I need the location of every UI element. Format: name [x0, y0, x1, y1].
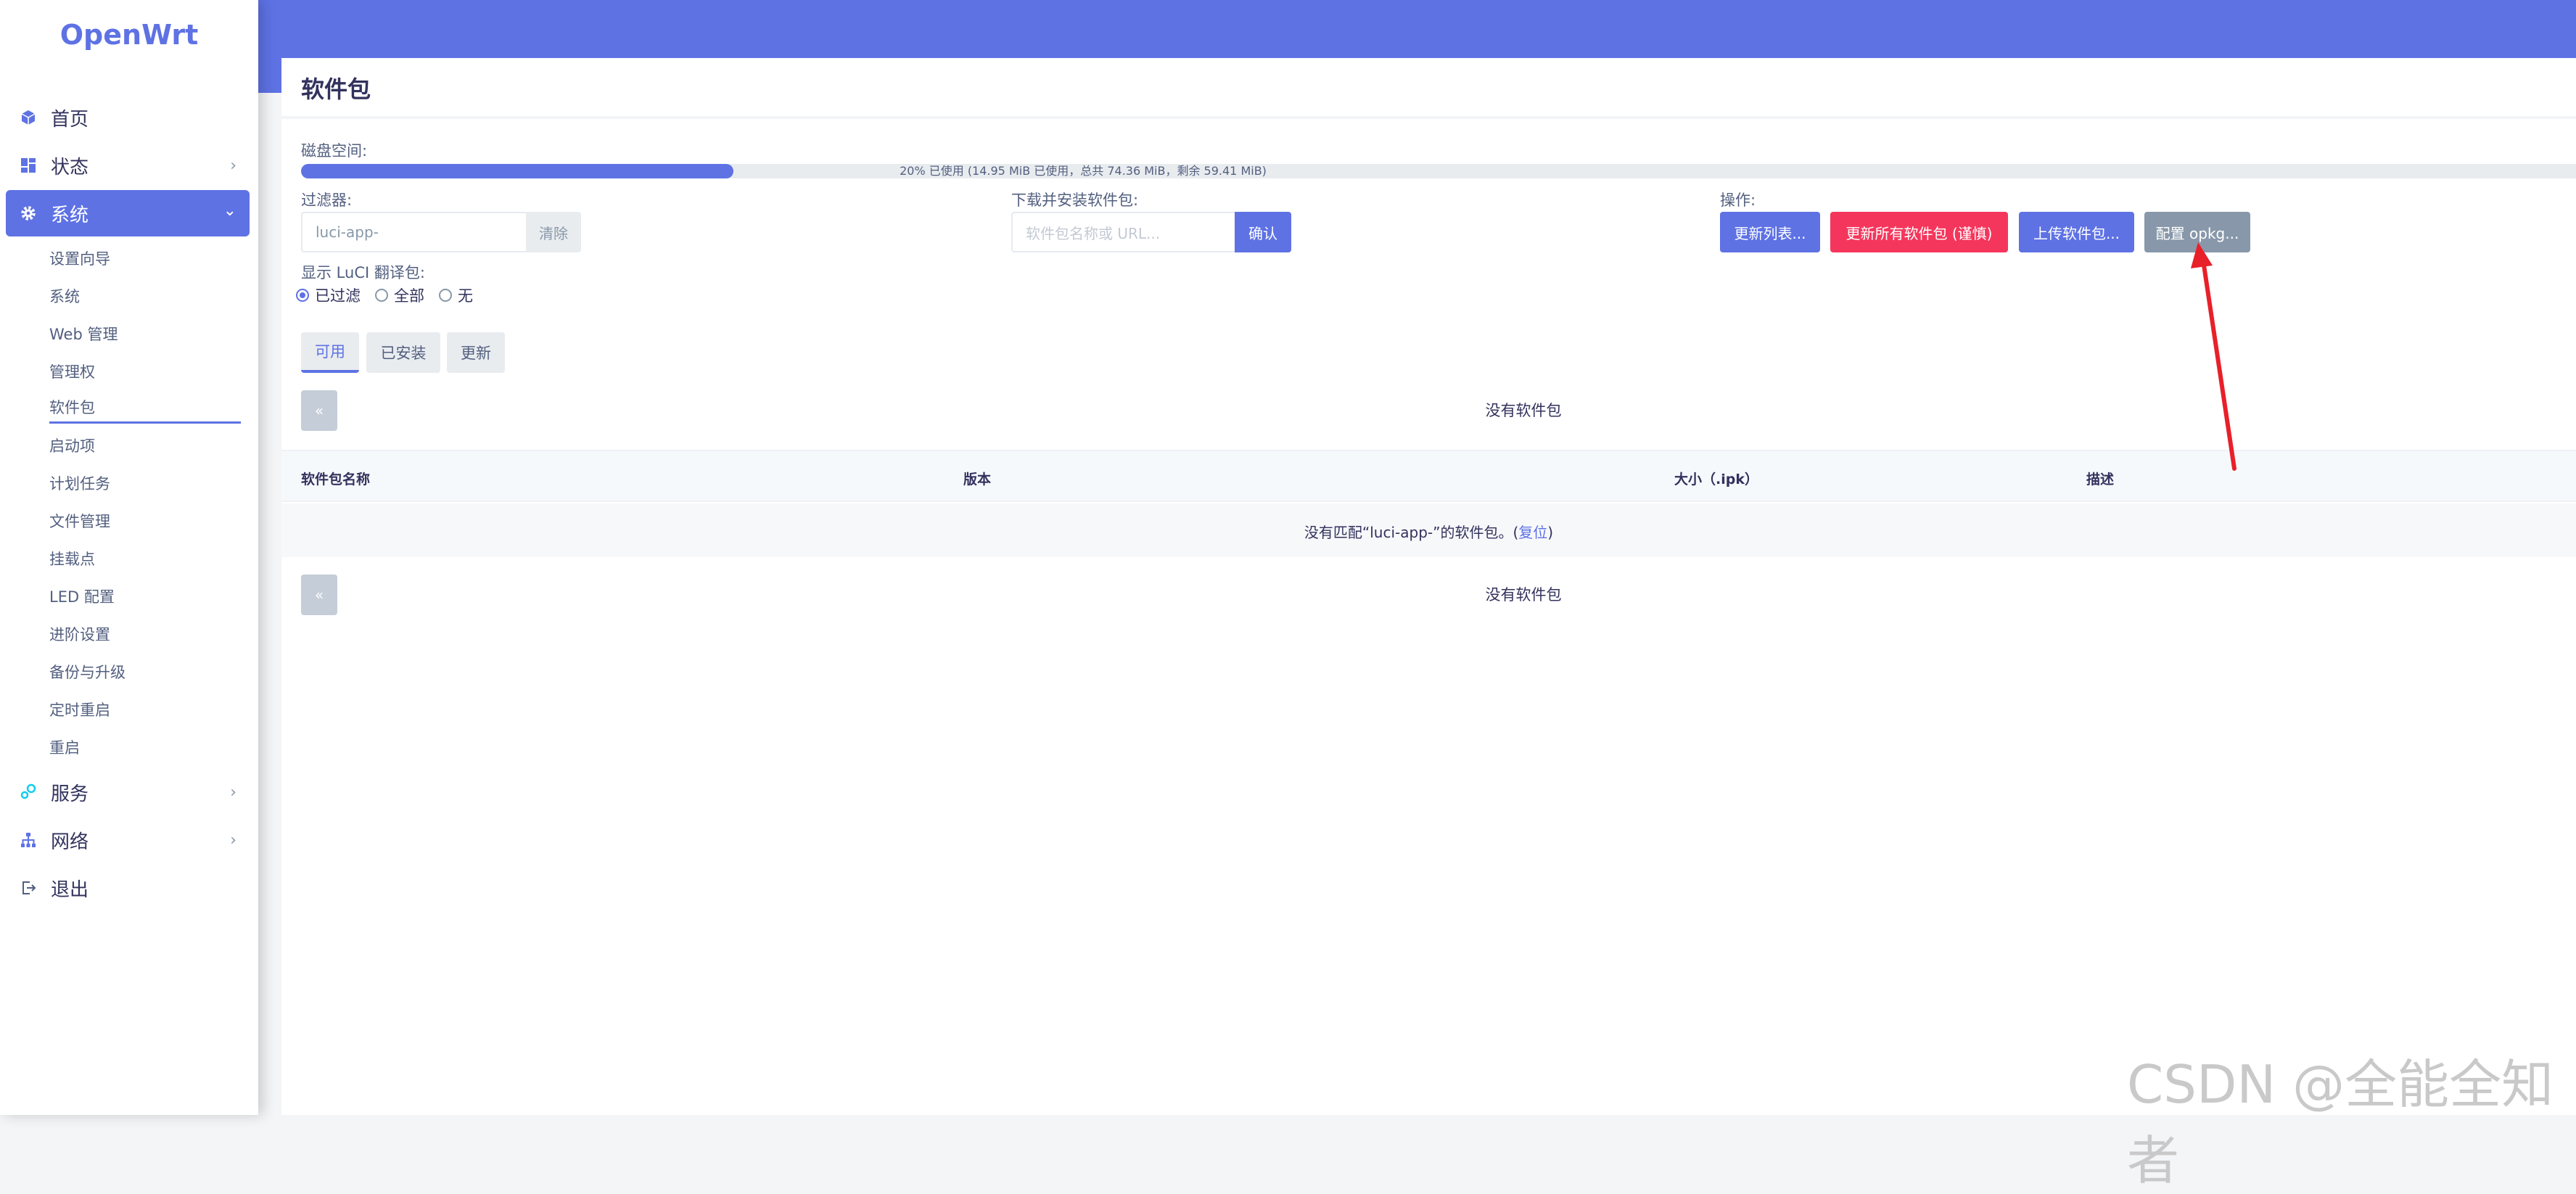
empty-suffix: ”的软件包。(	[1433, 524, 1519, 541]
empty-prefix: 没有匹配“	[1304, 524, 1370, 541]
tab-available[interactable]: 可用	[301, 332, 359, 373]
no-packages-text-bottom: 没有软件包	[1485, 586, 1562, 604]
network-icon	[17, 829, 39, 851]
chevron-right-icon: ›	[230, 783, 236, 802]
sidebar-item-label: 网络	[51, 831, 89, 853]
sidebar-subitem-mounts[interactable]: 挂载点	[49, 543, 241, 575]
sidebar-subitem-reboot[interactable]: 重启	[49, 731, 241, 763]
empty-close: )	[1547, 524, 1554, 541]
radio-all-label[interactable]: 全部	[394, 284, 424, 306]
sidebar-item-status[interactable]: 状态 ›	[6, 142, 250, 189]
no-packages-text-top: 没有软件包	[1485, 402, 1562, 419]
radio-none[interactable]	[439, 289, 452, 302]
col-package-name: 软件包名称	[301, 472, 371, 487]
upgrade-all-button[interactable]: 更新所有软件包 (谨慎)	[1830, 212, 2008, 252]
sidebar-item-label: 状态	[51, 156, 89, 178]
sidebar-item-system[interactable]: 系统 ⌄	[6, 190, 250, 236]
cube-icon	[17, 107, 39, 128]
gear-icon	[17, 202, 39, 224]
tab-updates[interactable]: 更新	[447, 332, 505, 373]
radio-none-label[interactable]: 无	[458, 284, 473, 306]
translation-label: 显示 LuCI 翻译包:	[301, 264, 425, 281]
dashboard-icon	[17, 155, 39, 176]
reset-filter-link[interactable]: 复位	[1518, 524, 1547, 541]
sidebar-subitem-web-admin[interactable]: Web 管理	[49, 318, 241, 350]
radio-all[interactable]	[375, 289, 388, 302]
disk-usage-text: 20% 已使用 (14.95 MiB 已使用，总共 74.36 MiB，剩余 5…	[900, 164, 1267, 178]
sidebar-subitem-packages[interactable]: 软件包	[49, 392, 241, 424]
disk-usage-bar: 20% 已使用 (14.95 MiB 已使用，总共 74.36 MiB，剩余 5…	[301, 164, 2576, 178]
sidebar-subitem-crontab[interactable]: 计划任务	[49, 467, 241, 499]
sidebar-item-label: 系统	[51, 204, 89, 226]
filter-input[interactable]: luci-app-	[301, 212, 527, 252]
empty-message: 没有匹配“luci-app-”的软件包。(复位)	[281, 521, 2576, 542]
sidebar-subitem-led[interactable]: LED 配置	[49, 580, 241, 612]
empty-filter-term: luci-app-	[1370, 524, 1433, 541]
configure-opkg-button[interactable]: 配置 opkg...	[2144, 212, 2250, 252]
sidebar: OpenWrt 首页 状态 › 系统 ⌄ 设置向导 系统 Web 管理 管理权 …	[0, 0, 258, 1115]
col-version: 版本	[963, 472, 992, 487]
filter-label: 过滤器:	[301, 192, 353, 209]
radio-filtered-label[interactable]: 已过滤	[315, 284, 361, 306]
sidebar-subitem-advanced[interactable]: 进阶设置	[49, 618, 241, 650]
logout-icon	[17, 877, 39, 899]
confirm-button[interactable]: 确认	[1235, 212, 1291, 252]
sidebar-item-home[interactable]: 首页	[6, 94, 250, 141]
tab-installed[interactable]: 已安装	[366, 332, 440, 373]
clear-button[interactable]: 清除	[526, 212, 581, 252]
page-title: 软件包	[301, 75, 371, 103]
disk-space-label: 磁盘空间:	[301, 142, 368, 160]
services-icon	[17, 781, 39, 803]
sidebar-item-network[interactable]: 网络 ›	[6, 817, 250, 863]
sidebar-item-services[interactable]: 服务 ›	[6, 769, 250, 815]
chevron-right-icon: ›	[230, 157, 236, 175]
sidebar-subitem-wizard[interactable]: 设置向导	[49, 242, 241, 274]
sidebar-subitem-filemanager[interactable]: 文件管理	[49, 505, 241, 537]
sidebar-subitem-system[interactable]: 系统	[49, 280, 241, 312]
col-description: 描述	[2086, 472, 2115, 487]
sidebar-item-logout[interactable]: 退出	[6, 865, 250, 911]
sidebar-item-label: 首页	[51, 108, 89, 131]
pager-prev-button-top[interactable]: «	[301, 390, 337, 431]
col-size: 大小（.ipk）	[1674, 472, 1758, 487]
watermark-text: CSDN @全能全知者	[2127, 1054, 2554, 1191]
chevron-down-icon: ⌄	[223, 202, 236, 220]
download-label: 下载并安装软件包:	[1011, 192, 1139, 209]
package-table-header: 软件包名称 版本 大小（.ipk） 描述	[281, 450, 2576, 502]
sidebar-subitem-timed-reboot[interactable]: 定时重启	[49, 693, 241, 725]
radio-filtered[interactable]	[296, 289, 309, 302]
sidebar-subitem-startup[interactable]: 启动项	[49, 429, 241, 461]
translation-radio-group: 已过滤 全部 无	[296, 284, 487, 306]
actions-label: 操作:	[1720, 192, 1756, 209]
download-url-input[interactable]: 软件包名称或 URL...	[1011, 212, 1236, 252]
openwrt-logo[interactable]: OpenWrt	[0, 19, 258, 51]
table-row: 没有匹配“luci-app-”的软件包。(复位)	[281, 503, 2576, 557]
sidebar-item-label: 服务	[51, 783, 89, 805]
sidebar-subitem-backup[interactable]: 备份与升级	[49, 656, 241, 688]
pager-prev-button-bottom[interactable]: «	[301, 575, 337, 615]
chevron-right-icon: ›	[230, 831, 236, 849]
upload-package-button[interactable]: 上传软件包...	[2019, 212, 2134, 252]
update-lists-button[interactable]: 更新列表...	[1720, 212, 1820, 252]
title-divider	[281, 116, 2576, 119]
sidebar-item-label: 退出	[51, 878, 89, 901]
disk-usage-text-wrap: 20% 已使用 (14.95 MiB 已使用，总共 74.36 MiB，剩余 5…	[301, 164, 2576, 178]
sidebar-subitem-admin[interactable]: 管理权	[49, 355, 241, 387]
